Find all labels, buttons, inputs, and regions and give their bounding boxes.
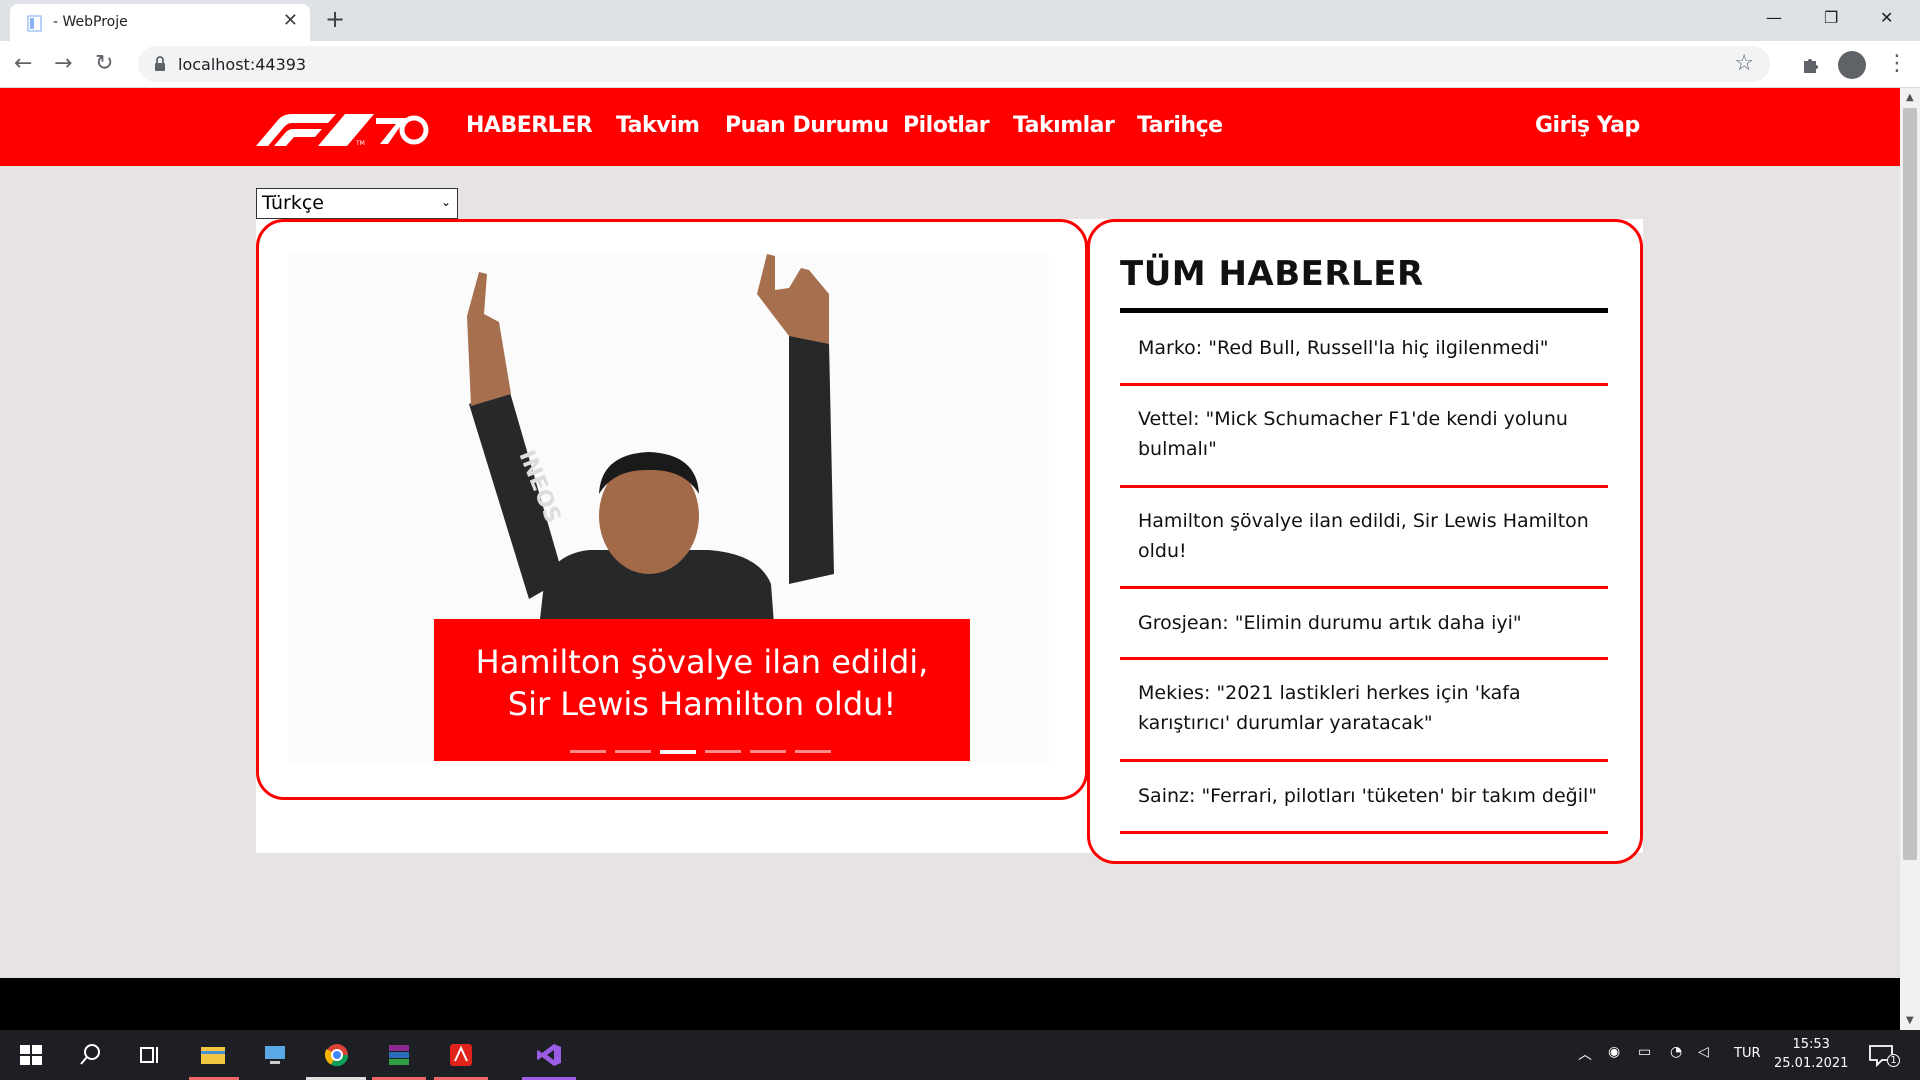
window-close-icon[interactable]: ✕ — [1880, 8, 1893, 28]
lock-icon — [155, 56, 165, 71]
clock-time: 15:53 — [1792, 1037, 1830, 1052]
restore-icon[interactable]: ❐ — [1824, 8, 1838, 28]
file-explorer-icon[interactable] — [200, 1043, 226, 1067]
page-icon — [27, 15, 42, 32]
news-item[interactable]: Marko: "Red Bull, Russell'la hiç ilgilen… — [1120, 313, 1608, 386]
search-icon[interactable] — [78, 1043, 104, 1067]
news-item-text: Hamilton şövalye ilan edildi, Sir Lewis … — [1138, 510, 1589, 562]
windows-taskbar: ︿ ◉ ▭ ◔ ◁ TUR 15:53 25.01.2021 1 — [0, 1030, 1920, 1080]
nav-takvim[interactable]: Takvim — [616, 112, 700, 140]
volume-icon[interactable]: ◁ — [1698, 1044, 1709, 1060]
news-item[interactable]: Vettel: "Mick Schumacher F1'de kendi yol… — [1120, 386, 1608, 488]
browser-tab-bar: - WebProje ✕ + — ❐ ✕ — [0, 0, 1920, 41]
language-select-value: Türkçe — [262, 192, 324, 214]
reload-icon[interactable]: ↻ — [95, 51, 113, 77]
visual-studio-icon[interactable] — [536, 1043, 562, 1067]
news-item-text: Vettel: "Mick Schumacher F1'de kendi yol… — [1138, 408, 1568, 460]
f1-logo[interactable]: TM — [256, 114, 430, 146]
task-view-icon[interactable] — [137, 1043, 163, 1067]
chrome-icon[interactable] — [324, 1043, 350, 1067]
news-item[interactable]: Hamilton şövalye ilan edildi, Sir Lewis … — [1120, 488, 1608, 589]
browser-toolbar: ← → ↻ localhost:44393 ☆ ⋮ — [0, 41, 1920, 88]
slide-indicator-4[interactable] — [705, 750, 741, 753]
profile-avatar-icon[interactable] — [1838, 51, 1866, 79]
wifi-icon[interactable]: ◔ — [1670, 1044, 1682, 1060]
news-slider-card: INEOS Hamilton şövalye ilan edildi, Sir … — [256, 219, 1088, 800]
page-scrollbar[interactable]: ▲ ▼ — [1900, 88, 1920, 1030]
slide-indicator-1[interactable] — [570, 750, 606, 753]
news-item-text: Grosjean: "Elimin durumu artık daha iyi" — [1138, 612, 1522, 634]
acrobat-icon[interactable] — [448, 1043, 474, 1067]
scroll-up-icon[interactable]: ▲ — [1906, 92, 1914, 103]
web-page: TM HABERLER Takvim Puan Durumu Pilotlar … — [0, 88, 1900, 1030]
slide-caption-text: Hamilton şövalye ilan edildi, Sir Lewis … — [475, 643, 929, 723]
nav-tarihce[interactable]: Tarihçe — [1137, 112, 1223, 140]
nav-pilotlar[interactable]: Pilotlar — [903, 112, 990, 140]
svg-text:TM: TM — [355, 140, 365, 146]
slide-indicator-5[interactable] — [750, 750, 786, 753]
top-navigation: TM HABERLER Takvim Puan Durumu Pilotlar … — [0, 88, 1900, 166]
language-select[interactable]: Türkçe ⌄ — [256, 188, 458, 219]
battery-icon[interactable]: ▭ — [1638, 1044, 1651, 1060]
browser-tab[interactable]: - WebProje ✕ — [10, 4, 310, 41]
slide-indicator-6[interactable] — [795, 750, 831, 753]
windows-start-icon[interactable] — [18, 1043, 44, 1067]
minimize-icon[interactable]: — — [1766, 8, 1782, 28]
winrar-icon[interactable] — [386, 1043, 412, 1067]
news-item[interactable]: Sainz: "Ferrari, pilotları 'tüketen' bir… — [1120, 762, 1608, 834]
forward-icon[interactable]: → — [54, 51, 72, 77]
news-item-text: Mekies: "2021 lastikleri herkes için 'ka… — [1138, 682, 1521, 734]
nav-haberler[interactable]: HABERLER — [466, 112, 593, 140]
network-tray-icon[interactable]: ◉ — [1608, 1044, 1620, 1060]
slide-indicator-3[interactable] — [660, 749, 696, 754]
nav-takimlar[interactable]: Takımlar — [1013, 112, 1115, 140]
news-item[interactable]: Mekies: "2021 lastikleri herkes için 'ka… — [1120, 660, 1608, 762]
taskbar-clock[interactable]: 15:53 25.01.2021 — [1774, 1035, 1848, 1073]
login-link[interactable]: Giriş Yap — [1535, 112, 1640, 140]
tray-chevron-up-icon[interactable]: ︿ — [1578, 1044, 1592, 1064]
browser-menu-icon[interactable]: ⋮ — [1886, 51, 1908, 77]
input-language[interactable]: TUR — [1734, 1046, 1761, 1061]
slide-indicator-2[interactable] — [615, 750, 651, 753]
page-footer — [0, 978, 1900, 1030]
close-tab-icon[interactable]: ✕ — [283, 12, 298, 30]
scroll-thumb[interactable] — [1903, 108, 1917, 860]
address-bar[interactable]: localhost:44393 ☆ — [138, 46, 1770, 82]
slide-image[interactable]: INEOS Hamilton şövalye ilan edildi, Sir … — [289, 254, 1049, 764]
back-icon[interactable]: ← — [14, 51, 32, 77]
nav-puan-durumu[interactable]: Puan Durumu — [725, 112, 889, 140]
slide-caption[interactable]: Hamilton şövalye ilan edildi, Sir Lewis … — [434, 619, 970, 761]
all-news-title: TÜM HABERLER — [1120, 254, 1424, 294]
chevron-down-icon: ⌄ — [440, 195, 451, 209]
clock-date: 25.01.2021 — [1774, 1056, 1849, 1071]
news-item-text: Sainz: "Ferrari, pilotları 'tüketen' bir… — [1138, 785, 1597, 807]
news-item[interactable]: Grosjean: "Elimin durumu artık daha iyi" — [1120, 589, 1608, 660]
scroll-down-icon[interactable]: ▼ — [1906, 1015, 1914, 1026]
remote-desktop-icon[interactable] — [262, 1043, 288, 1067]
tab-title: - WebProje — [53, 14, 128, 30]
news-item-text: Marko: "Red Bull, Russell'la hiç ilgilen… — [1138, 337, 1549, 359]
extensions-icon[interactable] — [1800, 53, 1822, 75]
bookmark-star-icon[interactable]: ☆ — [1734, 51, 1754, 77]
notification-badge: 1 — [1887, 1054, 1900, 1067]
all-news-card: TÜM HABERLER Marko: "Red Bull, Russell'l… — [1087, 219, 1643, 864]
new-tab-icon[interactable]: + — [325, 7, 345, 31]
url-text: localhost:44393 — [178, 55, 307, 74]
